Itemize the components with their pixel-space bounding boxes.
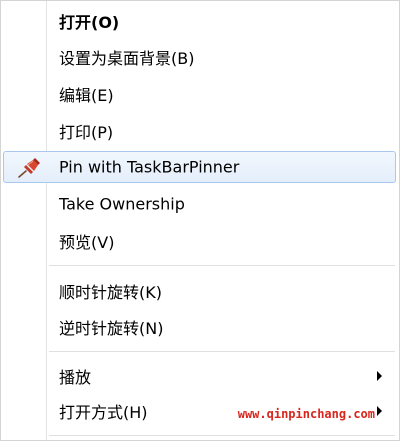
menu-item-play-label: 播放 bbox=[59, 368, 92, 387]
menu-separator bbox=[49, 265, 395, 267]
menu-item-rotate-counterclockwise[interactable]: 逆时针旋转(N) bbox=[3, 311, 396, 343]
menu-item-rotate-clockwise[interactable]: 顺时针旋转(K) bbox=[3, 275, 396, 307]
menu-item-set-desktop-background-label: 设置为桌面背景(B) bbox=[59, 49, 195, 68]
menu-item-edit-label: 编辑(E) bbox=[59, 86, 114, 105]
menu-item-open-with-label: 打开方式(H) bbox=[59, 403, 148, 422]
menu-item-pin-with-taskbarpinner[interactable]: Pin with TaskBarPinner bbox=[3, 151, 396, 183]
submenu-arrow-icon bbox=[377, 371, 382, 381]
menu-item-preview[interactable]: 预览(V) bbox=[3, 225, 396, 257]
menu-item-pin-with-taskbarpinner-label: Pin with TaskBarPinner bbox=[59, 157, 240, 177]
menu-item-rotate-counterclockwise-label: 逆时针旋转(N) bbox=[59, 319, 164, 338]
menu-item-take-ownership-label: Take Ownership bbox=[59, 194, 185, 214]
menu-item-take-ownership[interactable]: Take Ownership bbox=[3, 188, 396, 220]
context-menu: 打开(O) 设置为桌面背景(B) 编辑(E) 打印(P) Pin with Ta… bbox=[0, 0, 400, 441]
menu-item-open-label: 打开(O) bbox=[59, 13, 120, 32]
menu-separator bbox=[49, 435, 395, 437]
menu-item-print-label: 打印(P) bbox=[59, 123, 114, 142]
menu-item-preview-label: 预览(V) bbox=[59, 233, 115, 252]
menu-item-set-desktop-background[interactable]: 设置为桌面背景(B) bbox=[3, 41, 396, 73]
menu-separator bbox=[49, 351, 395, 353]
submenu-arrow-icon bbox=[377, 406, 382, 416]
menu-item-open[interactable]: 打开(O) bbox=[3, 5, 396, 37]
menu-item-rotate-clockwise-label: 顺时针旋转(K) bbox=[59, 283, 162, 302]
menu-item-print[interactable]: 打印(P) bbox=[3, 115, 396, 147]
watermark-text: www.qinpinchang.com bbox=[237, 407, 375, 421]
menu-item-play[interactable]: 播放 bbox=[3, 360, 396, 392]
pushpin-icon bbox=[18, 158, 40, 178]
menu-item-edit[interactable]: 编辑(E) bbox=[3, 78, 396, 110]
